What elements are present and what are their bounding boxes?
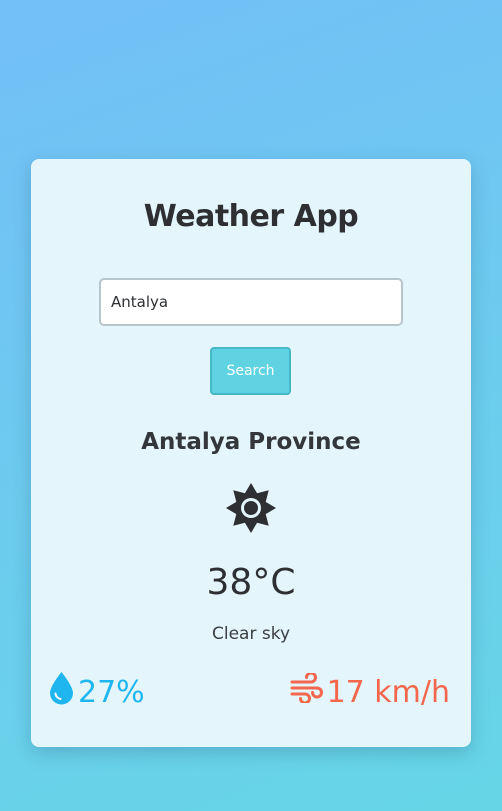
wind-stat: 17 km/h xyxy=(290,671,450,712)
humidity-stat: 27% xyxy=(48,672,145,712)
humidity-value: 27% xyxy=(78,674,145,710)
app-title: Weather App xyxy=(143,199,359,234)
water-drop-icon xyxy=(48,671,78,713)
sun-icon xyxy=(225,482,277,534)
search-input[interactable] xyxy=(99,278,403,326)
wind-icon xyxy=(290,671,327,711)
search-button[interactable]: Search xyxy=(210,347,291,395)
location-name: Antalya Province xyxy=(141,429,361,455)
temperature: 38°C xyxy=(206,562,296,603)
weather-description: Clear sky xyxy=(211,624,291,644)
wind-value: 17 km/h xyxy=(326,674,450,710)
weather-card: Weather App Search Antalya Province 38°C… xyxy=(31,159,471,747)
